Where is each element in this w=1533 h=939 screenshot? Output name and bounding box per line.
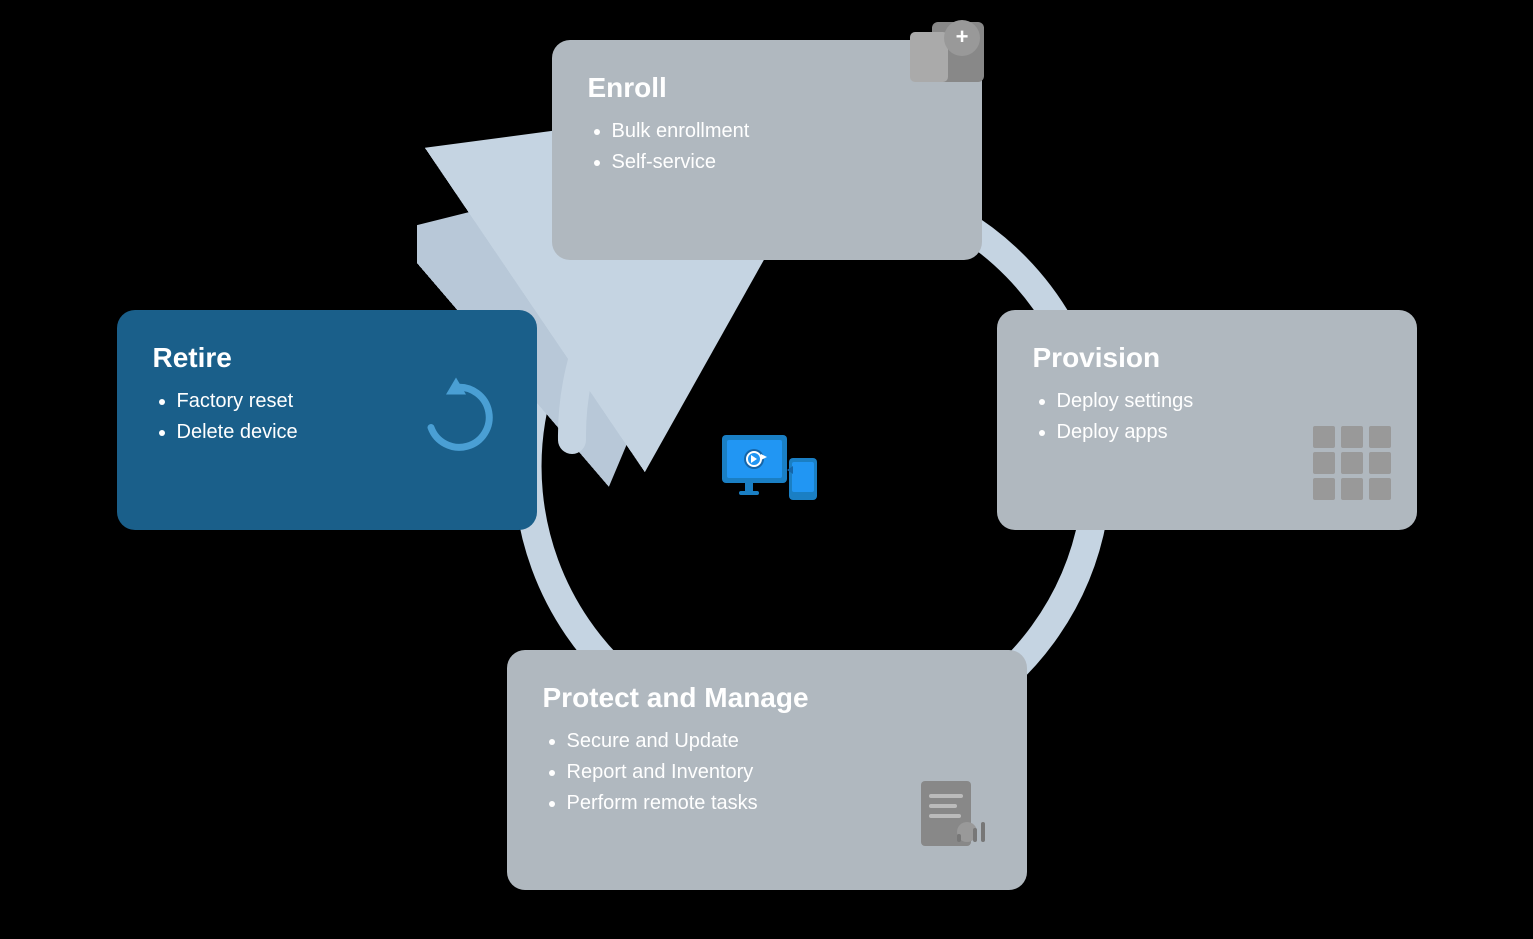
center-mdm-icon [717, 430, 817, 510]
card-protect: Protect and Manage Secure and Update Rep… [507, 650, 1027, 890]
svg-text:+: + [955, 24, 968, 49]
protect-report-icon [911, 776, 991, 866]
retire-title: Retire [153, 342, 501, 374]
retire-reset-icon [411, 372, 501, 467]
enroll-item-2: Self-service [612, 151, 946, 174]
provision-title: Provision [1033, 342, 1381, 374]
card-enroll: + Enroll Bulk enrollment Self-service [552, 40, 982, 260]
card-retire: Retire Factory reset Delete device [117, 310, 537, 530]
enroll-device-icon: + [902, 10, 992, 95]
enroll-title: Enroll [588, 72, 946, 104]
provision-apps-icon [1313, 426, 1393, 506]
enroll-item-1: Bulk enrollment [612, 120, 946, 143]
provision-item-1: Deploy settings [1057, 390, 1381, 413]
diagram-container: + Enroll Bulk enrollment Self-service [117, 30, 1417, 910]
card-provision: Provision Deploy settings Deploy apps [997, 310, 1417, 530]
protect-item-1: Secure and Update [567, 730, 991, 753]
protect-title: Protect and Manage [543, 682, 991, 714]
enroll-list: Bulk enrollment Self-service [588, 120, 946, 174]
